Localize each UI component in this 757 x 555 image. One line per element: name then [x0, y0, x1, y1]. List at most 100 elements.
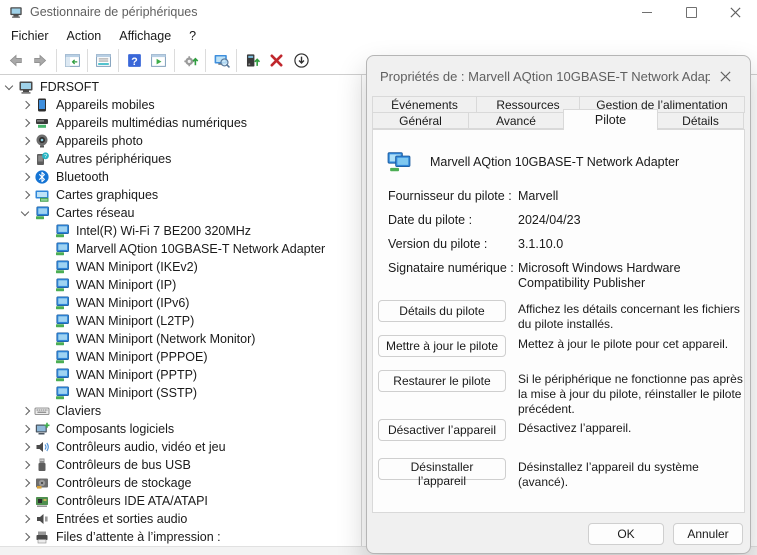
add-drivers-icon[interactable]: [236, 49, 264, 72]
tree-item[interactable]: Appareils multimédias numériques: [0, 114, 361, 132]
chevron-icon[interactable]: [18, 511, 34, 527]
field-value: Microsoft Windows Hardware Compatibility…: [518, 261, 744, 291]
tree-item[interactable]: Contrôleurs IDE ATA/ATAPI: [0, 492, 361, 510]
tree-item[interactable]: Cartes réseau: [0, 204, 361, 222]
chevron-icon[interactable]: [18, 205, 34, 221]
dialog-close-button[interactable]: [710, 61, 740, 91]
tree-item-label: Appareils multimédias numériques: [56, 116, 247, 130]
tree-item-label: Files d’attente à l’impression :: [56, 530, 221, 544]
device-tree: FDRSOFT Appareils mobiles Appareils mult…: [0, 75, 362, 549]
tree-item[interactable]: Contrôleurs de stockage: [0, 474, 361, 492]
disable-device-icon[interactable]: [289, 49, 314, 72]
chevron-icon[interactable]: [18, 457, 34, 473]
tree-item[interactable]: WAN Miniport (IPv6): [0, 294, 361, 312]
driver-details-button[interactable]: Détails du pilote: [378, 300, 506, 322]
help-icon[interactable]: [118, 49, 146, 72]
chevron-icon[interactable]: [38, 367, 54, 383]
maximize-button[interactable]: [669, 0, 713, 24]
tab-pilote[interactable]: Pilote: [563, 109, 658, 130]
chevron-icon[interactable]: [38, 313, 54, 329]
uninstall-device-icon[interactable]: [264, 49, 289, 72]
chevron-icon[interactable]: [38, 259, 54, 275]
tree-item[interactable]: Files d’attente à l’impression :: [0, 528, 361, 546]
menu-item[interactable]: ?: [180, 26, 205, 46]
chevron-icon[interactable]: [18, 421, 34, 437]
action-description: Mettez à jour le pilote pour cet apparei…: [518, 335, 744, 352]
tree-item[interactable]: Cartes graphiques: [0, 186, 361, 204]
storage-controller-icon: [34, 475, 50, 491]
chevron-icon[interactable]: [38, 349, 54, 365]
tab-avance[interactable]: Avancé: [468, 112, 564, 129]
tree-item[interactable]: Appareils photo: [0, 132, 361, 150]
tree-item[interactable]: Contrôleurs de bus USB: [0, 456, 361, 474]
tree-item[interactable]: WAN Miniport (IP): [0, 276, 361, 294]
forward-icon[interactable]: [28, 49, 53, 72]
menu-item[interactable]: Action: [58, 26, 111, 46]
chevron-icon[interactable]: [18, 97, 34, 113]
chevron-icon[interactable]: [18, 133, 34, 149]
action-description: Désinstallez l’appareil du système (avan…: [518, 458, 744, 490]
tree-item[interactable]: Autres périphériques: [0, 150, 361, 168]
chevron-icon[interactable]: [38, 277, 54, 293]
tab-general[interactable]: Général: [372, 112, 469, 129]
device-manager-app-icon: [9, 5, 23, 19]
ok-button[interactable]: OK: [588, 523, 664, 545]
tree-item[interactable]: WAN Miniport (PPTP): [0, 366, 361, 384]
action-pane-icon[interactable]: [146, 49, 171, 72]
show-hide-console-tree-icon[interactable]: [56, 49, 84, 72]
chevron-icon[interactable]: [2, 79, 18, 95]
tab-strip: Événements Ressources Gestion de l’alime…: [372, 96, 745, 129]
tree-item[interactable]: WAN Miniport (IKEv2): [0, 258, 361, 276]
minimize-button[interactable]: [625, 0, 669, 24]
update-driver-icon[interactable]: [174, 49, 202, 72]
chevron-icon[interactable]: [38, 241, 54, 257]
chevron-icon[interactable]: [38, 295, 54, 311]
tree-item-label: Autres périphériques: [56, 152, 171, 166]
tab-details[interactable]: Détails: [657, 112, 744, 129]
tree-item-label: Contrôleurs de stockage: [56, 476, 192, 490]
cancel-button[interactable]: Annuler: [673, 523, 743, 545]
properties-icon[interactable]: [87, 49, 115, 72]
driver-actions: Détails du pilote Affichez les détails c…: [378, 300, 744, 490]
tree-item[interactable]: Claviers: [0, 402, 361, 420]
chevron-icon[interactable]: [38, 385, 54, 401]
chevron-icon[interactable]: [18, 493, 34, 509]
tree-item[interactable]: WAN Miniport (Network Monitor): [0, 330, 361, 348]
tree-item[interactable]: FDRSOFT: [0, 78, 361, 96]
field-label: Date du pilote :: [388, 213, 518, 228]
tree-item[interactable]: Bluetooth: [0, 168, 361, 186]
chevron-icon[interactable]: [38, 331, 54, 347]
tree-item[interactable]: WAN Miniport (SSTP): [0, 384, 361, 402]
field-label: Signataire numérique :: [388, 261, 518, 291]
tree-item[interactable]: WAN Miniport (L2TP): [0, 312, 361, 330]
tree-item[interactable]: Entrées et sorties audio: [0, 510, 361, 528]
scan-hardware-changes-icon[interactable]: [205, 49, 233, 72]
chevron-icon[interactable]: [18, 169, 34, 185]
tree-item[interactable]: Composants logiciels: [0, 420, 361, 438]
chevron-icon[interactable]: [18, 151, 34, 167]
tree-item[interactable]: Contrôleurs audio, vidéo et jeu: [0, 438, 361, 456]
chevron-icon[interactable]: [38, 223, 54, 239]
tree-item[interactable]: Appareils mobiles: [0, 96, 361, 114]
menu-item[interactable]: Fichier: [2, 26, 58, 46]
chevron-icon[interactable]: [18, 529, 34, 545]
disable-device-button[interactable]: Désactiver l’appareil: [378, 419, 506, 441]
update-driver-button[interactable]: Mettre à jour le pilote: [378, 335, 506, 357]
close-button[interactable]: [713, 0, 757, 24]
chevron-icon[interactable]: [18, 439, 34, 455]
network-adapter-icon: [54, 331, 70, 347]
chevron-icon[interactable]: [18, 115, 34, 131]
menu-item[interactable]: Affichage: [110, 26, 180, 46]
tree-item[interactable]: WAN Miniport (PPPOE): [0, 348, 361, 366]
roll-back-driver-button[interactable]: Restaurer le pilote: [378, 370, 506, 392]
tree-item[interactable]: Marvell AQtion 10GBASE-T Network Adapter: [0, 240, 361, 258]
chevron-icon[interactable]: [18, 187, 34, 203]
back-icon[interactable]: [3, 49, 28, 72]
tree-item[interactable]: Intel(R) Wi-Fi 7 BE200 320MHz: [0, 222, 361, 240]
tab-evenements[interactable]: Événements: [372, 96, 477, 113]
uninstall-device-button[interactable]: Désinstaller l’appareil: [378, 458, 506, 480]
chevron-icon[interactable]: [18, 403, 34, 419]
driver-field: Fournisseur du pilote : Marvell: [388, 189, 744, 204]
chevron-icon[interactable]: [18, 475, 34, 491]
action-description: Affichez les détails concernant les fich…: [518, 300, 744, 332]
